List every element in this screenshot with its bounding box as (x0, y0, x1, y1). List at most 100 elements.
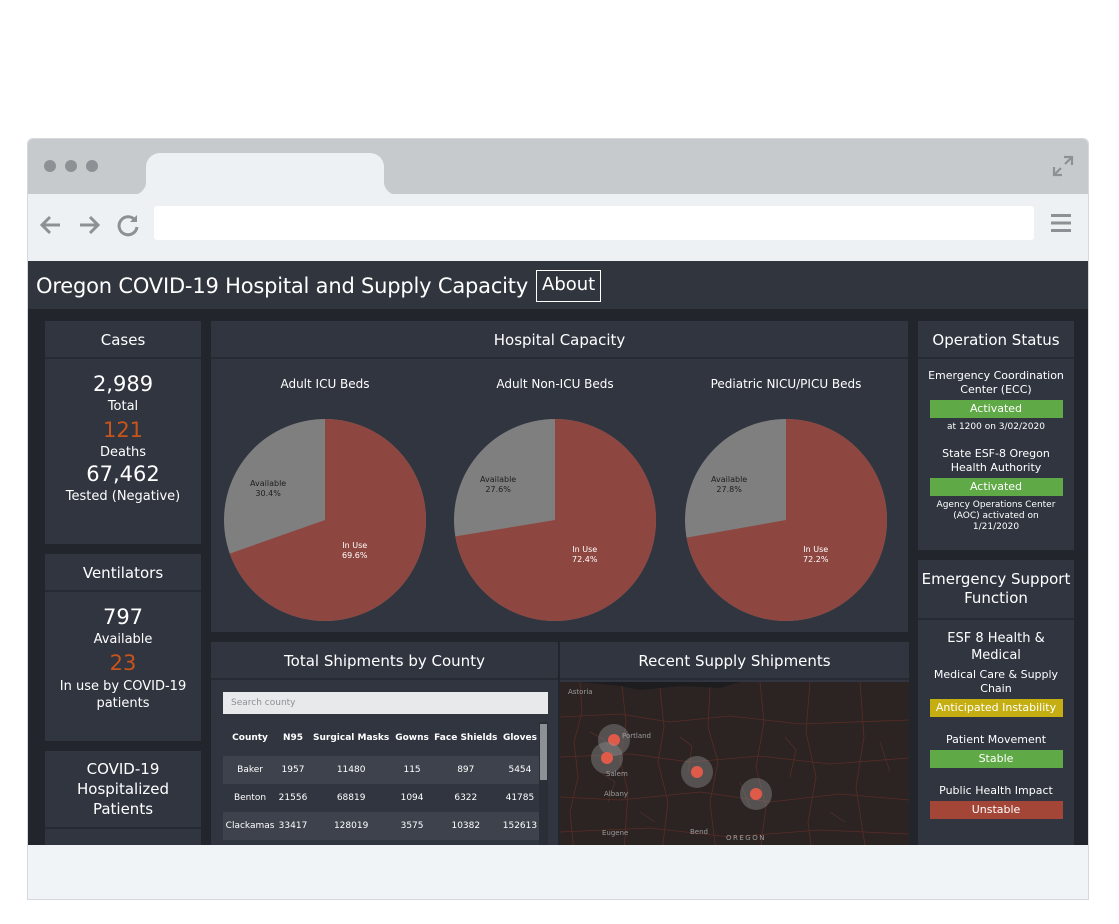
esf-panel: Emergency Support Function ESF 8 Health … (918, 560, 1074, 845)
column-header[interactable]: Face Shields (431, 720, 501, 756)
table-cell: 68819 (308, 784, 394, 812)
pie-label-available-value: 27.6% (485, 485, 511, 494)
about-button[interactable]: About (536, 270, 602, 302)
table-cell: 128019 (308, 812, 394, 840)
ventilators-in-use-value: 23 (109, 651, 137, 675)
table-row[interactable]: Clackamas 33417 128019 3575 10382 152613 (223, 812, 539, 840)
pie-chart[interactable]: Available 30.4% In Use 69.6% (222, 417, 428, 623)
cases-panel: Cases 2,989 Total 121 Deaths 67,462 Test… (45, 321, 201, 544)
recent-shipments-header: Recent Supply Shipments (560, 642, 909, 680)
esf8-note: Agency Operations Center (AOC) activated… (936, 500, 1056, 532)
close-window-button[interactable] (44, 160, 56, 172)
pie-label-available: Available 27.6% (480, 475, 516, 495)
hospitalized-panel: COVID-19 Hospitalized Patients (45, 751, 201, 845)
tab-bar (28, 139, 1088, 195)
table-row[interactable]: Baker 1957 11480 115 897 5454 (223, 756, 539, 784)
pie-label-available-text: Available (480, 475, 517, 484)
column-header[interactable]: Surgical Masks (309, 720, 394, 756)
operation-status-header: Operation Status (918, 321, 1074, 359)
map-label-bend: Bend (690, 828, 708, 836)
ventilators-in-use-label: In use by COVID-19 patients (59, 679, 187, 711)
table-cell: 5454 (500, 756, 539, 784)
dashboard: Oregon COVID-19 Hospital and Supply Capa… (28, 261, 1088, 845)
esf8-title: State ESF-8 Oregon Health Authority (942, 447, 1050, 474)
pie-label-in-use-value: 72.4% (572, 555, 598, 564)
scrollbar-thumb[interactable] (540, 724, 547, 780)
esf-item-label: Medical Care & Supply Chain (933, 668, 1059, 695)
shipments-table: County N95 Surgical Masks Gowns Face Shields… (223, 720, 539, 840)
shipments-header: Total Shipments by County (211, 642, 558, 680)
browser-toolbar (28, 194, 1088, 261)
table-cell: Clackamas (223, 812, 278, 840)
esf-subheader: ESF 8 Health & Medical (947, 631, 1045, 663)
hamburger-menu-icon[interactable] (1050, 211, 1072, 235)
pie-chart-title: Adult ICU Beds (280, 377, 370, 391)
table-cell: 152613 (500, 812, 539, 840)
table-cell: 10382 (430, 812, 501, 840)
tested-value: 67,462 (86, 462, 160, 486)
map-label-oregon: OREGON (726, 834, 766, 842)
pie-chart[interactable]: Available 27.8% In Use 72.2% (683, 417, 889, 623)
ventilators-panel: Ventilators 797 Available 23 In use by C… (45, 554, 201, 741)
pie-label-available-value: 27.8% (716, 485, 742, 494)
esf-item-label: Patient Movement (945, 733, 1047, 746)
maximize-window-button[interactable] (86, 160, 98, 172)
ecc-status-badge: Activated (929, 400, 1063, 418)
search-county-input[interactable]: Search county (223, 692, 548, 714)
esf-item-label: Public Health Impact (939, 784, 1053, 797)
recent-shipments-panel: Recent Supply Shipments Astoria Portland… (560, 642, 909, 845)
column-header[interactable]: County (223, 720, 277, 756)
window-controls (44, 160, 98, 172)
hospitalized-header: COVID-19 Hospitalized Patients (45, 751, 201, 829)
ventilators-available-value: 797 (102, 605, 144, 629)
total-cases-value: 2,989 (92, 372, 154, 396)
map-label-portland: Portland (622, 732, 651, 740)
pie-label-in-use-text: In Use (342, 541, 368, 550)
table-cell: 1094 (393, 784, 431, 812)
ecc-note: at 1200 on 3/02/2020 (947, 422, 1045, 432)
minimize-window-button[interactable] (65, 160, 77, 172)
pie-label-available-text: Available (250, 479, 287, 488)
expand-icon[interactable] (1052, 155, 1074, 177)
map-label-astoria: Astoria (568, 688, 593, 696)
esf-item-status: Stable (929, 750, 1063, 768)
pie-chart-title: Pediatric NICU/PICU Beds (710, 377, 862, 391)
pie-label-in-use: In Use 72.4% (572, 545, 597, 565)
reload-icon[interactable] (115, 212, 141, 238)
pie-label-in-use: In Use 69.6% (342, 541, 367, 561)
tested-label: Tested (Negative) (65, 489, 181, 504)
map-label-albany: Albany (604, 790, 629, 798)
shipments-map[interactable]: Astoria Portland Salem Albany Eugene Ben… (560, 682, 909, 845)
browser-window: Oregon COVID-19 Hospital and Supply Capa… (27, 138, 1089, 900)
forward-arrow-icon[interactable] (76, 212, 102, 238)
pie-chart[interactable]: Available 27.6% In Use 72.4% (452, 417, 658, 623)
deaths-value: 121 (102, 418, 144, 442)
pie-label-available: Available 30.4% (250, 479, 286, 499)
pie-svg (224, 419, 426, 621)
table-cell: 6322 (430, 784, 501, 812)
pie-label-in-use: In Use 72.2% (803, 545, 828, 565)
back-arrow-icon[interactable] (38, 212, 64, 238)
table-cell: 11480 (308, 756, 394, 784)
ecc-title: Emergency Coordination Center (ECC) (928, 369, 1064, 396)
table-scrollbar[interactable] (539, 722, 548, 845)
browser-tab[interactable] (132, 153, 398, 195)
pie-label-available-text: Available (711, 475, 748, 484)
column-header[interactable]: Gowns (393, 720, 430, 756)
table-cell: Benton (223, 784, 278, 812)
column-header[interactable]: Gloves (501, 720, 539, 756)
page-footer-area (28, 845, 1088, 899)
pie-label-in-use-value: 69.6% (342, 551, 368, 560)
pie-label-in-use-value: 72.2% (803, 555, 829, 564)
hospital-capacity-header: Hospital Capacity (211, 321, 908, 359)
pie-label-in-use-text: In Use (803, 545, 829, 554)
address-bar[interactable] (154, 206, 1034, 240)
deaths-label: Deaths (99, 445, 147, 460)
column-header[interactable]: N95 (277, 720, 309, 756)
pie-label-available: Available 27.8% (711, 475, 747, 495)
map-label-salem: Salem (606, 770, 628, 778)
table-header-row: County N95 Surgical Masks Gowns Face Shields… (223, 720, 539, 756)
esf8-status-badge: Activated (929, 478, 1063, 496)
pie-chart-title: Adult Non-ICU Beds (496, 377, 614, 391)
table-row[interactable]: Benton 21556 68819 1094 6322 41785 (223, 784, 539, 812)
